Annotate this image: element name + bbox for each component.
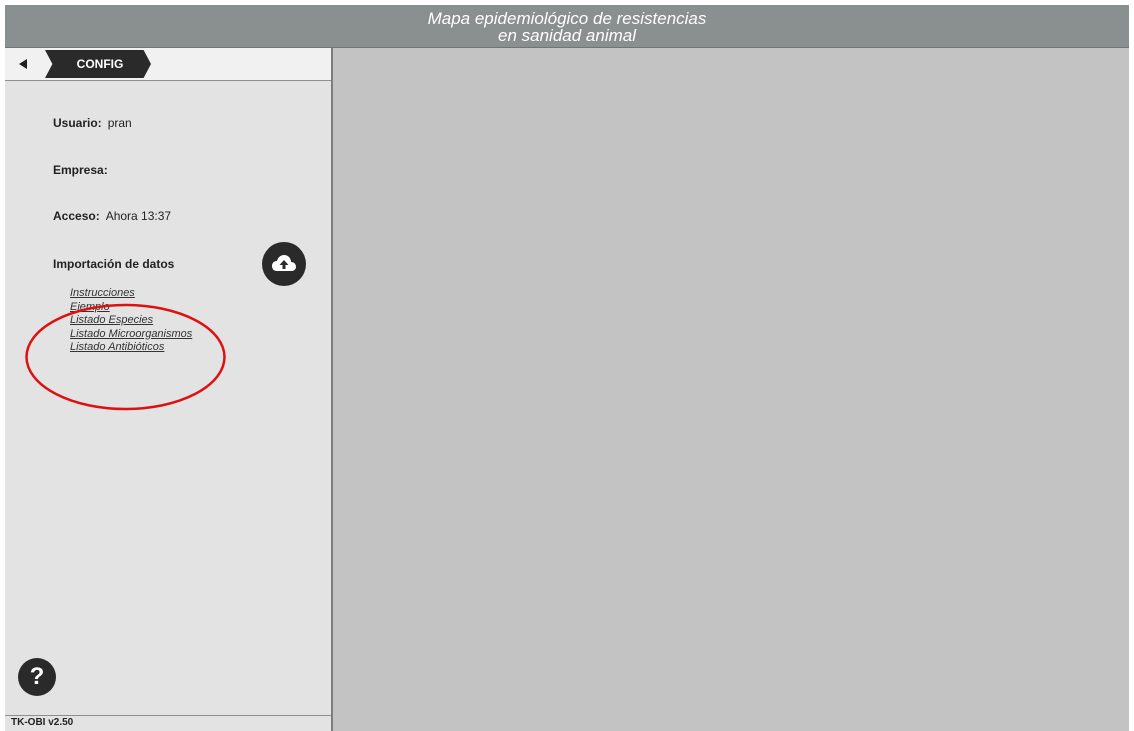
- empresa-label: Empresa:: [53, 163, 108, 177]
- empresa-field: Empresa:: [53, 163, 114, 177]
- version-label: TK-OBI v2.50: [5, 715, 331, 731]
- usuario-value: pran: [107, 116, 132, 130]
- help-button[interactable]: ?: [18, 658, 56, 696]
- importacion-label: Importación de datos: [53, 257, 175, 271]
- importacion-field: Importación de datos: [53, 257, 180, 271]
- import-links: Instrucciones Ejemplo Listado Especies L…: [70, 287, 192, 355]
- acceso-field: Acceso: Ahora 13:37: [53, 209, 171, 223]
- app-window: Mapa epidemiológico de resistencias en s…: [0, 0, 1134, 731]
- sidebar-tabbar: CONFIG: [5, 48, 331, 81]
- usuario-field: Usuario: pran: [53, 116, 132, 130]
- header-title-line1: Mapa epidemiológico de resistencias: [427, 9, 707, 28]
- back-button[interactable]: [5, 48, 53, 80]
- back-arrow-icon: [19, 59, 27, 69]
- acceso-label: Acceso:: [53, 209, 100, 223]
- link-listado-especies[interactable]: Listado Especies: [70, 314, 192, 328]
- link-ejemplo[interactable]: Ejemplo: [70, 301, 192, 315]
- header-title-line2: en sanidad animal: [498, 26, 636, 45]
- link-listado-antibioticos[interactable]: Listado Antibióticos: [70, 341, 192, 355]
- acceso-value: Ahora 13:37: [105, 209, 172, 223]
- link-instrucciones[interactable]: Instrucciones: [70, 287, 192, 301]
- map-area[interactable]: [333, 48, 1129, 731]
- link-listado-microorganismos[interactable]: Listado Microorganismos: [70, 328, 192, 342]
- tab-config[interactable]: CONFIG: [45, 50, 151, 78]
- upload-button[interactable]: [262, 242, 306, 286]
- cloud-upload-icon: [272, 255, 296, 271]
- app-header: Mapa epidemiológico de resistencias en s…: [5, 5, 1129, 48]
- config-sidebar: CONFIG Usuario: pran Empresa: Acceso: Ahor…: [5, 48, 333, 731]
- usuario-label: Usuario:: [53, 116, 102, 130]
